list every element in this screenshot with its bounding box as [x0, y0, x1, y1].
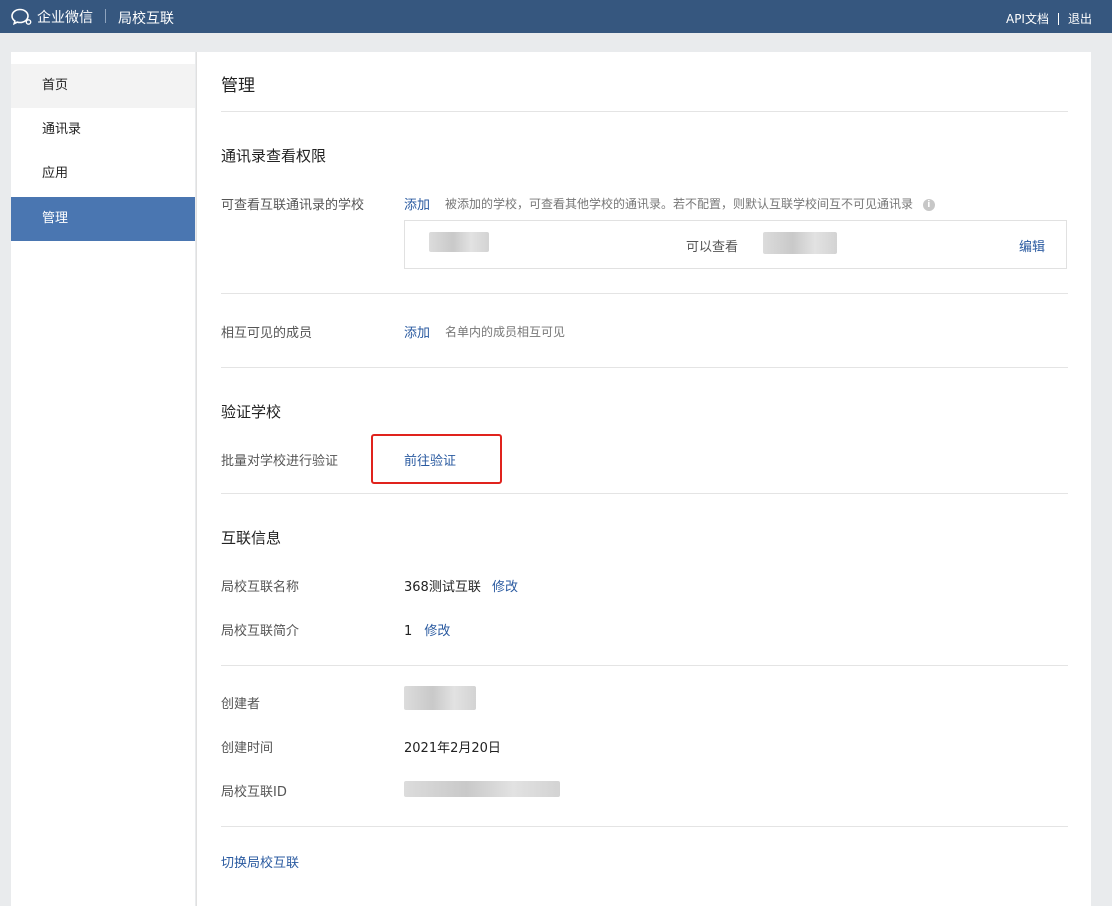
- mutual-members-label: 相互可见的成员: [221, 326, 313, 341]
- add-members-button[interactable]: 添加: [404, 322, 430, 341]
- created-time-label: 创建时间: [221, 741, 274, 756]
- redacted-school: [763, 232, 837, 254]
- main-panel: 管理 通讯录查看权限 可查看互联通讯录的学校 添加 被添加的学校，可查看其他学校…: [196, 52, 1091, 906]
- id-label: 局校互联ID: [221, 785, 287, 800]
- edit-button[interactable]: 编辑: [1019, 236, 1045, 255]
- created-time-value: 2021年2月20日: [404, 741, 501, 756]
- schools-view-hint: 被添加的学校，可查看其他学校的通讯录。若不配置，则默认互联学校间互不可见通讯录 …: [445, 195, 935, 212]
- product-name: 局校互联: [118, 11, 174, 27]
- divider: [221, 293, 1068, 294]
- top-bar: 企业微信 局校互联 API文档 退出: [0, 0, 1112, 33]
- info-icon[interactable]: i: [922, 198, 935, 211]
- creator-label: 创建者: [221, 697, 261, 712]
- redacted-id: [404, 781, 560, 797]
- hint-text: 被添加的学校，可查看其他学校的通讯录。若不配置，则默认互联学校间互不可见通讯录: [445, 197, 914, 211]
- add-schools-button[interactable]: 添加: [404, 194, 430, 213]
- mutual-members-hint: 名单内的成员相互可见: [445, 325, 566, 339]
- section-title-verify: 验证学校: [221, 403, 282, 421]
- divider: [221, 111, 1068, 112]
- sidebar-item-manage[interactable]: 管理: [11, 197, 195, 241]
- link-divider: [1057, 12, 1059, 25]
- schools-view-label: 可查看互联通讯录的学校: [221, 198, 365, 213]
- page-title: 管理: [221, 76, 255, 96]
- sidebar-item-home[interactable]: 首页: [11, 64, 195, 108]
- divider: [221, 665, 1068, 666]
- logout-link[interactable]: 退出: [1068, 10, 1092, 27]
- top-links: API文档 退出: [1006, 10, 1092, 27]
- edit-name-button[interactable]: 修改: [492, 580, 518, 595]
- name-label: 局校互联名称: [221, 580, 300, 595]
- brand-logo[interactable]: 企业微信: [11, 7, 93, 27]
- highlight-box: [371, 434, 502, 484]
- api-docs-link[interactable]: API文档: [1006, 10, 1049, 27]
- chat-bubble-icon: [11, 8, 32, 26]
- intro-label: 局校互联简介: [221, 624, 300, 639]
- sidebar-item-apps[interactable]: 应用: [11, 152, 195, 196]
- name-value: 368测试互联 修改: [404, 576, 518, 595]
- section-title-info: 互联信息: [221, 529, 282, 547]
- switch-link[interactable]: 切换局校互联: [221, 852, 299, 871]
- intro-value: 1 修改: [404, 620, 450, 639]
- redacted-school: [429, 232, 489, 252]
- can-view-text: 可以查看: [686, 240, 739, 255]
- brand-divider: [105, 9, 106, 23]
- divider: [221, 826, 1068, 827]
- intro-text: 1: [404, 624, 413, 639]
- brand-name: 企业微信: [37, 10, 93, 26]
- sidebar: 首页 通讯录 应用 管理: [11, 52, 195, 906]
- edit-intro-button[interactable]: 修改: [424, 624, 450, 639]
- divider: [221, 367, 1068, 368]
- divider: [221, 493, 1068, 494]
- section-title-contacts: 通讯录查看权限: [221, 147, 327, 165]
- name-text: 368测试互联: [404, 580, 481, 595]
- schools-view-box: 可以查看 编辑: [404, 220, 1067, 269]
- sidebar-item-contacts[interactable]: 通讯录: [11, 108, 195, 152]
- redacted-creator: [404, 686, 476, 710]
- verify-label: 批量对学校进行验证: [221, 454, 339, 469]
